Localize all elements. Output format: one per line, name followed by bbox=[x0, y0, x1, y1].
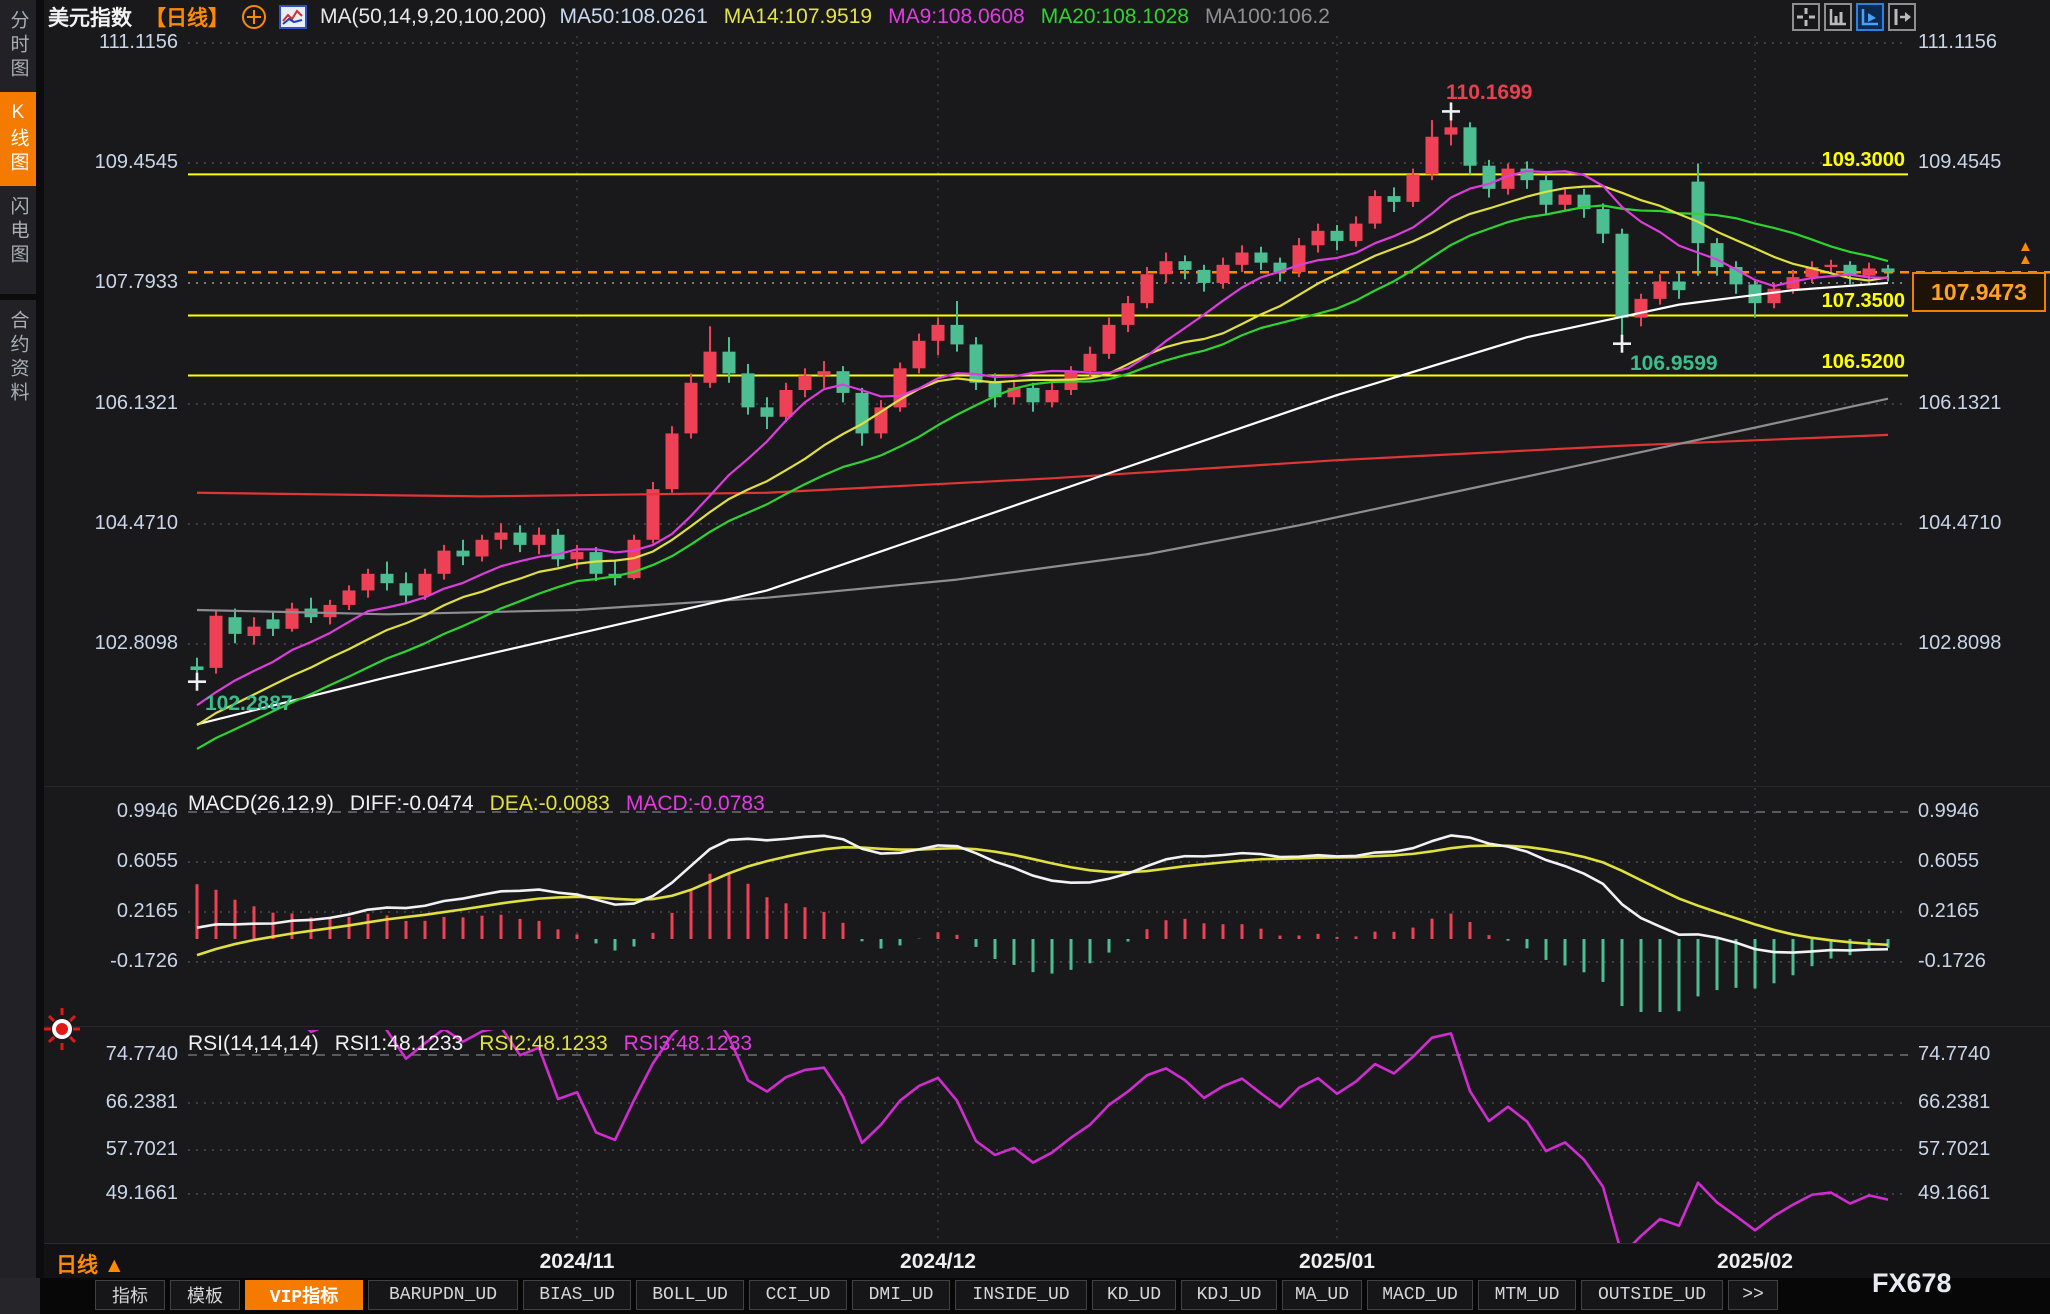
macd-diff-value: DIFF:-0.0474 bbox=[350, 792, 474, 816]
rsi3-value: RSI3:48.1233 bbox=[624, 1032, 752, 1056]
current-price-box: 107.9473 bbox=[1912, 272, 2046, 312]
axis-tick-label: 57.7021 bbox=[46, 1138, 178, 1161]
macd-dea-value: DEA:-0.0083 bbox=[490, 792, 610, 816]
ma-value-label: MA50:108.0261 bbox=[560, 5, 708, 29]
panel-separator bbox=[44, 786, 2050, 787]
axis-tick-label: 66.2381 bbox=[46, 1091, 178, 1114]
tab-barupdn_ud[interactable]: BARUPDN_UD bbox=[368, 1280, 518, 1310]
axis-tick-label: 66.2381 bbox=[1918, 1091, 1990, 1114]
tab-outside_ud[interactable]: OUTSIDE_UD bbox=[1581, 1280, 1723, 1310]
sidebar-item-2[interactable]: K线图 bbox=[0, 92, 36, 186]
low-price-label: 106.9599 bbox=[1630, 352, 1718, 376]
tab-[interactable]: 模板 bbox=[170, 1280, 240, 1310]
axis-tick-label: 49.1661 bbox=[46, 1182, 178, 1205]
axis-tick-label: 0.2165 bbox=[1918, 900, 1979, 923]
tab-macd_ud[interactable]: MACD_UD bbox=[1367, 1280, 1473, 1310]
indicator-tabs: 指标模板VIP指标BARUPDN_UDBIAS_UDBOLL_UDCCI_UDD… bbox=[95, 1278, 1778, 1314]
rsi2-value: RSI2:48.1233 bbox=[479, 1032, 607, 1056]
left-sidebar: 分时图K线图闪电图合约资料 bbox=[0, 0, 36, 1314]
period-tag: 【日线】 bbox=[145, 2, 229, 32]
rsi1-value: RSI1:48.1233 bbox=[335, 1032, 463, 1056]
sidebar-item-4[interactable]: 合约资料 bbox=[0, 294, 36, 416]
axis-tick-label: 0.6055 bbox=[46, 850, 178, 873]
tab-dmi_ud[interactable]: DMI_UD bbox=[852, 1280, 950, 1310]
toolbar-corner bbox=[0, 1278, 40, 1314]
tab-inside_ud[interactable]: INSIDE_UD bbox=[955, 1280, 1087, 1310]
tab-kdj_ud[interactable]: KDJ_UD bbox=[1181, 1280, 1277, 1310]
axis-tick-label: -0.1726 bbox=[1918, 950, 1986, 973]
date-label: 2025/01 bbox=[1299, 1250, 1375, 1274]
ma-settings-label: MA(50,14,9,20,100,200) bbox=[320, 5, 547, 29]
axis-tick-label: 111.1156 bbox=[1918, 31, 1997, 54]
axis-tick-label: 104.4710 bbox=[1918, 512, 2001, 535]
sidebar-divider bbox=[36, 0, 44, 1314]
ma-value-label: MA20:108.1028 bbox=[1041, 5, 1189, 29]
tab-ma_ud[interactable]: MA_UD bbox=[1282, 1280, 1362, 1310]
move-tool-icon[interactable] bbox=[1792, 3, 1820, 31]
axis-tick-label: 0.6055 bbox=[1918, 850, 1979, 873]
axis-tick-label: 106.1321 bbox=[46, 392, 178, 415]
rsi-title: RSI(14,14,14) bbox=[188, 1032, 319, 1056]
chart-tool-icons bbox=[1792, 3, 1916, 31]
price-up-arrows-icon: ▲▲ bbox=[2018, 240, 2033, 266]
level-line-label: 109.3000 bbox=[1795, 149, 1905, 172]
axis-tick-label: 0.9946 bbox=[46, 800, 178, 823]
chart-header: 美元指数 【日线】 MA(50,14,9,20,100,200) MA50:10… bbox=[48, 0, 1330, 34]
trading-app: 分时图K线图闪电图合约资料 美元指数 【日线】 MA(50,14,9,20,10… bbox=[0, 0, 2050, 1314]
macd-macd-value: MACD:-0.0783 bbox=[626, 792, 765, 816]
tab-kd_ud[interactable]: KD_UD bbox=[1092, 1280, 1176, 1310]
axis-tick-label: -0.1726 bbox=[46, 950, 178, 973]
axis-tick-label: 102.8098 bbox=[1918, 632, 2001, 655]
level-line-label: 107.3500 bbox=[1795, 290, 1905, 313]
axis-tick-label: 0.2165 bbox=[46, 900, 178, 923]
level-line-label: 106.5200 bbox=[1795, 351, 1905, 374]
tab-[interactable]: 指标 bbox=[95, 1280, 165, 1310]
tab-cci_ud[interactable]: CCI_UD bbox=[749, 1280, 847, 1310]
ma-value-label: MA9:108.0608 bbox=[888, 5, 1025, 29]
axis-tick-label: 104.4710 bbox=[46, 512, 178, 535]
instrument-title: 美元指数 bbox=[48, 2, 132, 32]
date-label: 2024/11 bbox=[540, 1250, 615, 1274]
axis-tick-label: 49.1661 bbox=[1918, 1182, 1990, 1205]
axis-bars-icon[interactable] bbox=[1824, 3, 1852, 31]
axis-tick-label: 109.4545 bbox=[1918, 151, 2001, 174]
axis-tick-label: 102.8098 bbox=[46, 632, 178, 655]
alert-sun-icon[interactable] bbox=[42, 1006, 82, 1052]
tab-bias_ud[interactable]: BIAS_UD bbox=[523, 1280, 631, 1310]
axis-tick-label: 74.7740 bbox=[1918, 1043, 1990, 1066]
macd-title: MACD(26,12,9) bbox=[188, 792, 334, 816]
tab-vip[interactable]: VIP指标 bbox=[245, 1280, 363, 1310]
ma-value-label: MA100:106.2 bbox=[1205, 5, 1330, 29]
mini-chart-icon[interactable] bbox=[279, 5, 307, 29]
period-dropdown[interactable]: 日线 ▲ bbox=[56, 1249, 125, 1279]
watermark-logo: FX678 bbox=[1872, 1268, 1952, 1299]
date-axis: 日线 ▲ 2024/11 2024/12 2025/01 2025/02 bbox=[44, 1243, 2050, 1279]
high-price-label: 110.1699 bbox=[1446, 81, 1532, 105]
sidebar-item-3[interactable]: 闪电图 bbox=[0, 186, 36, 278]
macd-header: MACD(26,12,9) DIFF:-0.0474 DEA:-0.0083 M… bbox=[188, 792, 765, 816]
date-label: 2025/02 bbox=[1717, 1250, 1793, 1274]
axis-play-icon[interactable] bbox=[1856, 3, 1884, 31]
axis-tick-label: 111.1156 bbox=[46, 31, 178, 54]
compare-add-icon[interactable] bbox=[242, 5, 266, 29]
panel-separator bbox=[44, 1026, 2050, 1027]
ma-values: MA50:108.0261 MA14:107.9519 MA9:108.0608 MA… bbox=[560, 5, 1330, 29]
bottom-toolbar: 指标模板VIP指标BARUPDN_UDBIAS_UDBOLL_UDCCI_UDD… bbox=[0, 1278, 2050, 1314]
axis-tick-label: 106.1321 bbox=[1918, 392, 2001, 415]
rsi-header: RSI(14,14,14) RSI1:48.1233 RSI2:48.1233 … bbox=[188, 1032, 752, 1056]
axis-tick-label: 109.4545 bbox=[46, 151, 178, 174]
exit-pane-icon[interactable] bbox=[1888, 3, 1916, 31]
tab-[interactable]: >> bbox=[1728, 1280, 1778, 1310]
axis-tick-label: 0.9946 bbox=[1918, 800, 1979, 823]
sidebar-item-1[interactable]: 分时图 bbox=[0, 0, 36, 92]
axis-tick-label: 57.7021 bbox=[1918, 1138, 1990, 1161]
ma-value-label: MA14:107.9519 bbox=[724, 5, 872, 29]
candlestick-chart[interactable] bbox=[0, 0, 2050, 1314]
axis-tick-label: 107.7933 bbox=[46, 271, 178, 294]
tab-mtm_ud[interactable]: MTM_UD bbox=[1478, 1280, 1576, 1310]
tab-boll_ud[interactable]: BOLL_UD bbox=[636, 1280, 744, 1310]
start-low-label: 102.2887 bbox=[205, 692, 293, 716]
date-label: 2024/12 bbox=[900, 1250, 976, 1274]
